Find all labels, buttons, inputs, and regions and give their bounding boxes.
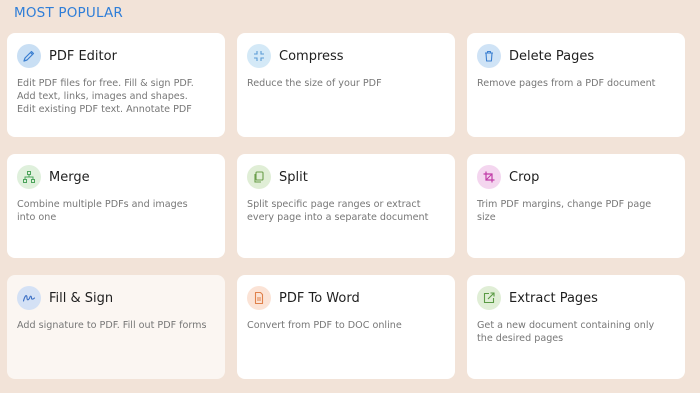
tool-card-split[interactable]: Split Split specific page ranges or extr… (237, 154, 455, 258)
tool-title: PDF To Word (279, 290, 360, 306)
tool-title: Fill & Sign (49, 290, 114, 306)
crop-icon (477, 165, 501, 189)
signature-icon (17, 286, 41, 310)
tool-description: Reduce the size of your PDF (247, 78, 382, 89)
tool-title: Crop (509, 169, 540, 185)
tool-card-crop[interactable]: Crop Trim PDF margins, change PDF page s… (467, 154, 685, 258)
merge-icon (17, 165, 41, 189)
tool-title: Compress (279, 48, 344, 64)
document-icon (247, 286, 271, 310)
pencil-icon (17, 44, 41, 68)
tool-title: Split (279, 169, 308, 185)
tool-description: Get a new document containing only the d… (477, 320, 655, 344)
tool-card-pdf-editor[interactable]: PDF Editor Edit PDF files for free. Fill… (7, 33, 225, 137)
compress-icon (247, 44, 271, 68)
extract-icon (477, 286, 501, 310)
trash-icon (477, 44, 501, 68)
tool-description: Trim PDF margins, change PDF page size (477, 199, 652, 223)
tool-description: Edit PDF files for free. Fill & sign PDF… (17, 78, 194, 115)
tool-card-delete-pages[interactable]: Delete Pages Remove pages from a PDF doc… (467, 33, 685, 137)
tool-title: Delete Pages (509, 48, 595, 64)
tool-card-fill-sign[interactable]: Fill & Sign Add signature to PDF. Fill o… (7, 275, 225, 379)
tool-title: Extract Pages (509, 290, 598, 306)
tool-title: Merge (49, 169, 90, 185)
tool-description: Convert from PDF to DOC online (247, 320, 402, 331)
tool-card-merge[interactable]: Merge Combine multiple PDFs and images i… (7, 154, 225, 258)
tool-description: Combine multiple PDFs and images into on… (17, 199, 188, 223)
tool-card-extract-pages[interactable]: Extract Pages Get a new document contain… (467, 275, 685, 379)
tool-title: PDF Editor (49, 48, 117, 64)
tool-card-pdf-to-word[interactable]: PDF To Word Convert from PDF to DOC onli… (237, 275, 455, 379)
section-title: MOST POPULAR (14, 5, 124, 21)
tool-description: Remove pages from a PDF document (477, 78, 656, 89)
tool-description: Split specific page ranges or extract ev… (247, 199, 429, 223)
tool-card-compress[interactable]: Compress Reduce the size of your PDF (237, 33, 455, 137)
tool-description: Add signature to PDF. Fill out PDF forms (17, 320, 207, 331)
split-icon (247, 165, 271, 189)
